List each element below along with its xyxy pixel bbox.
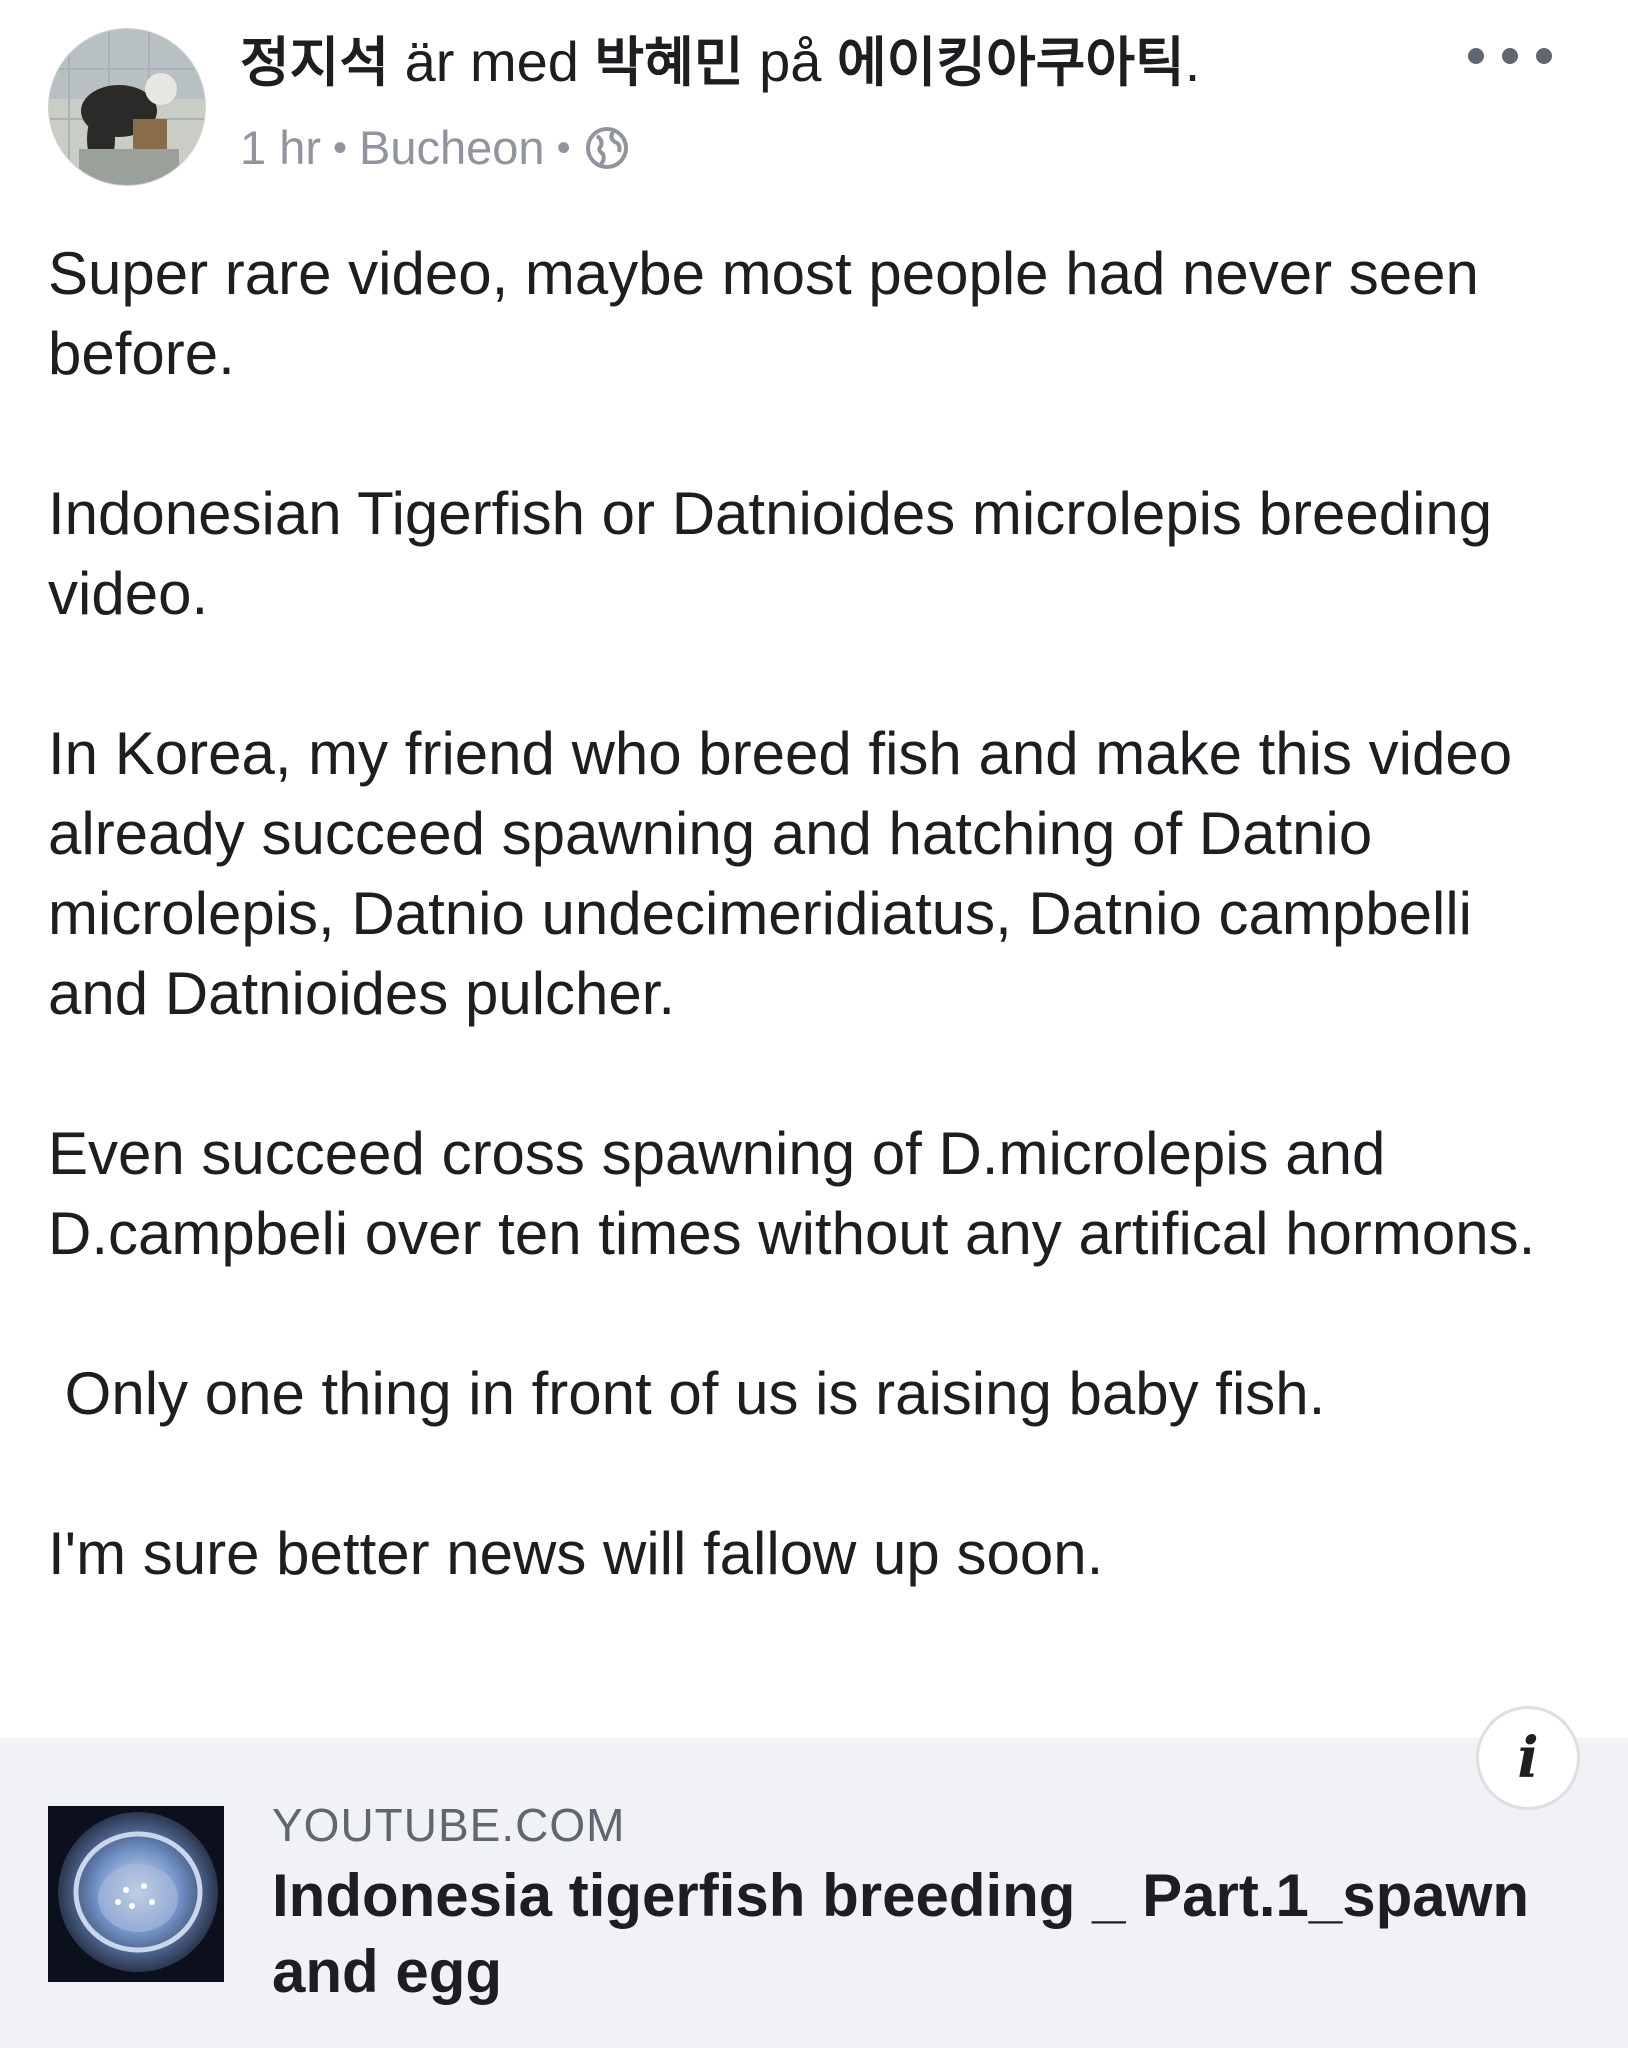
- more-dot: [1468, 48, 1484, 64]
- author-name[interactable]: 정지석: [240, 31, 389, 94]
- link-thumbnail[interactable]: [48, 1806, 224, 1982]
- link-preview-card[interactable]: YOUTUBE.COM Indonesia tigerfish breeding…: [0, 1738, 1628, 2048]
- post-paragraph: I'm sure better news will fallow up soon…: [48, 1520, 1104, 1587]
- tagged-person[interactable]: 박혜민: [594, 31, 743, 94]
- post-text: Super rare video, maybe most people had …: [48, 234, 1588, 1594]
- post-time[interactable]: 1 hr: [240, 118, 321, 178]
- video-thumbnail-image: [48, 1806, 224, 1982]
- post-location[interactable]: Bucheon: [359, 118, 545, 178]
- link-domain: YOUTUBE.COM: [272, 1799, 626, 1851]
- more-dot: [1502, 48, 1518, 64]
- at-text: på: [759, 30, 822, 93]
- with-text: är med: [404, 30, 579, 93]
- place-name[interactable]: 에이킹아쿠아틱: [837, 31, 1185, 94]
- post-paragraph: Indonesian Tigerfish or Datnioides micro…: [48, 480, 1493, 627]
- post-paragraph: Super rare video, maybe most people had …: [48, 240, 1479, 387]
- post-meta: 1 hr • Bucheon •: [240, 118, 631, 178]
- avatar-image: [49, 29, 205, 185]
- post-paragraph: Even succeed cross spawning of D.microle…: [48, 1120, 1536, 1267]
- post-paragraph: In Korea, my friend who breed fish and m…: [48, 720, 1513, 1027]
- header-period: .: [1184, 30, 1201, 93]
- ellipsis-icon[interactable]: [1468, 34, 1552, 78]
- link-title[interactable]: Indonesia tigerfish breeding _ Part.1_sp…: [272, 1858, 1562, 2010]
- more-dot: [1536, 48, 1552, 64]
- avatar[interactable]: [48, 28, 206, 186]
- meta-separator: •: [333, 126, 348, 170]
- post-paragraph: Only one thing in front of us is raising…: [48, 1360, 1326, 1427]
- info-icon[interactable]: i: [1476, 1706, 1580, 1810]
- post-header-line: 정지석 är med 박혜민 på 에이킹아쿠아틱.: [240, 26, 1200, 99]
- meta-separator: •: [556, 126, 571, 170]
- post-header: 정지석 är med 박혜민 på 에이킹아쿠아틱. 1 hr • Bucheo…: [0, 0, 1628, 200]
- globe-icon[interactable]: [583, 124, 631, 172]
- info-glyph: i: [1517, 1725, 1539, 1791]
